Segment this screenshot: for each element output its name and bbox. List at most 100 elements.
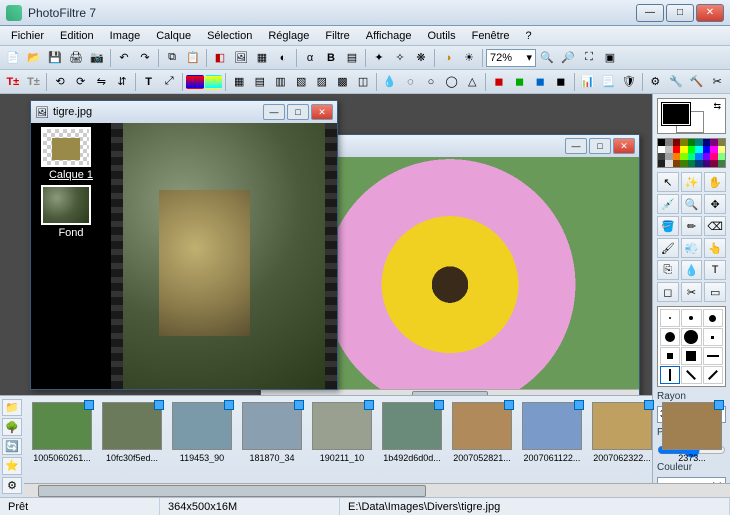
- thumbnail-item[interactable]: 181870_34: [240, 402, 304, 477]
- palette-swatch[interactable]: [658, 139, 665, 146]
- palette-swatch[interactable]: [718, 146, 725, 153]
- palette-swatch[interactable]: [673, 139, 680, 146]
- browser-tree-icon[interactable]: 🌳: [2, 418, 22, 435]
- circle-icon[interactable]: ◯: [442, 72, 462, 92]
- menu-reglage[interactable]: Réglage: [261, 28, 316, 44]
- tool-magnifier-icon[interactable]: 🔍: [681, 194, 703, 214]
- brush-dot-2[interactable]: [681, 309, 701, 327]
- palette-swatch[interactable]: [710, 153, 717, 160]
- triangle-icon[interactable]: △: [462, 72, 482, 92]
- palette-swatch[interactable]: [665, 146, 672, 153]
- thumbnail-item[interactable]: 2373...: [660, 402, 724, 477]
- drop2-icon[interactable]: ◌: [401, 72, 421, 92]
- new-icon[interactable]: 📄: [3, 48, 23, 68]
- image-icon[interactable]: 🖼: [231, 48, 251, 68]
- grid5-icon[interactable]: ▨: [312, 72, 332, 92]
- fx3-icon[interactable]: ❋: [411, 48, 431, 68]
- palette-swatch[interactable]: [665, 160, 672, 167]
- brush-dot-4[interactable]: [660, 328, 680, 346]
- grid2-icon[interactable]: ▤: [250, 72, 270, 92]
- menu-help[interactable]: ?: [519, 28, 539, 44]
- hist-icon[interactable]: 📊: [578, 72, 598, 92]
- palette-swatch[interactable]: [703, 139, 710, 146]
- tool-move-icon[interactable]: ✥: [704, 194, 726, 214]
- palette-swatch[interactable]: [680, 146, 687, 153]
- palette-swatch[interactable]: [688, 146, 695, 153]
- menu-fenetre[interactable]: Fenêtre: [465, 28, 517, 44]
- open-icon[interactable]: 📂: [24, 48, 44, 68]
- tool-brush-icon[interactable]: 🖌: [657, 238, 679, 258]
- gradient1-icon[interactable]: [186, 75, 204, 89]
- layer-item[interactable]: Calque 1: [41, 127, 101, 181]
- sub-close-button[interactable]: ✕: [613, 138, 635, 154]
- tool-clone-icon[interactable]: ⎘: [657, 260, 679, 280]
- scan-icon[interactable]: 📷: [87, 48, 107, 68]
- palette-swatch[interactable]: [665, 139, 672, 146]
- bright-icon[interactable]: ☀: [459, 48, 479, 68]
- palette-swatch[interactable]: [658, 153, 665, 160]
- palette-swatch[interactable]: [688, 153, 695, 160]
- tool-shape-icon[interactable]: ◻: [657, 282, 679, 302]
- shield-icon[interactable]: 🛡: [619, 72, 639, 92]
- menu-calque[interactable]: Calque: [149, 28, 198, 44]
- palette-swatch[interactable]: [703, 160, 710, 167]
- fx2-icon[interactable]: ✧: [390, 48, 410, 68]
- tool-pen-icon[interactable]: ✏: [681, 216, 703, 236]
- palette-swatch[interactable]: [710, 139, 717, 146]
- gradient2-icon[interactable]: [205, 75, 223, 89]
- adjust-icon[interactable]: ◑: [438, 48, 458, 68]
- text-bright-icon[interactable]: T±: [3, 72, 23, 92]
- sub-maximize-button[interactable]: □: [589, 138, 611, 154]
- undo-icon[interactable]: ↶: [114, 48, 134, 68]
- fx1-icon[interactable]: ✦: [369, 48, 389, 68]
- color-palette[interactable]: [657, 138, 726, 168]
- text-dim-icon[interactable]: T±: [24, 72, 44, 92]
- brush-line-1[interactable]: [703, 347, 723, 365]
- sub-close-button[interactable]: ✕: [311, 104, 333, 120]
- rotate-right-icon[interactable]: ⟳: [71, 72, 91, 92]
- zoom-in-icon[interactable]: 🔎: [558, 48, 578, 68]
- p1-icon[interactable]: ⚙: [646, 72, 666, 92]
- sq2-icon[interactable]: ◼: [510, 72, 530, 92]
- palette-swatch[interactable]: [695, 153, 702, 160]
- p3-icon[interactable]: 🔨: [687, 72, 707, 92]
- p4-icon[interactable]: ✂: [707, 72, 727, 92]
- close-button[interactable]: ✕: [696, 4, 724, 22]
- brush-diag-2[interactable]: [703, 366, 723, 384]
- foreground-color-swatch[interactable]: [662, 103, 690, 125]
- palette-swatch[interactable]: [688, 139, 695, 146]
- print-icon[interactable]: 🖨: [66, 48, 86, 68]
- italic-icon[interactable]: ▤: [342, 48, 362, 68]
- grid3-icon[interactable]: ▥: [271, 72, 291, 92]
- palette-swatch[interactable]: [680, 160, 687, 167]
- copy-icon[interactable]: ⧉: [162, 48, 182, 68]
- menu-image[interactable]: Image: [103, 28, 148, 44]
- thumbnail-item[interactable]: 10fc30f5ed...: [100, 402, 164, 477]
- sub-minimize-button[interactable]: —: [565, 138, 587, 154]
- sub-maximize-button[interactable]: □: [287, 104, 309, 120]
- canvas-tigre[interactable]: [111, 123, 337, 389]
- menu-affichage[interactable]: Affichage: [359, 28, 419, 44]
- layer-item[interactable]: Fond: [41, 185, 101, 239]
- tool-text-icon[interactable]: T: [704, 260, 726, 280]
- rotate-left-icon[interactable]: ⟲: [50, 72, 70, 92]
- palette-swatch[interactable]: [703, 153, 710, 160]
- menu-fichier[interactable]: Fichier: [4, 28, 51, 44]
- browser-settings-icon[interactable]: ⚙: [2, 477, 22, 494]
- palette-swatch[interactable]: [658, 146, 665, 153]
- grid7-icon[interactable]: ◫: [353, 72, 373, 92]
- subwindow-titlebar[interactable]: 🖼 tigre.jpg — □ ✕: [31, 101, 337, 123]
- palette-swatch[interactable]: [710, 160, 717, 167]
- flip-v-icon[interactable]: ⇵: [112, 72, 132, 92]
- mask-icon[interactable]: ◐: [273, 48, 293, 68]
- color-selector[interactable]: ⇆: [657, 98, 726, 134]
- tool-hand-icon[interactable]: ✋: [704, 172, 726, 192]
- resize-icon[interactable]: ⤢: [159, 72, 179, 92]
- drop3-icon[interactable]: ○: [421, 72, 441, 92]
- sq4-icon[interactable]: ◼: [551, 72, 571, 92]
- maximize-button[interactable]: □: [666, 4, 694, 22]
- thumbnail-item[interactable]: 1005060261...: [30, 402, 94, 477]
- palette-swatch[interactable]: [695, 160, 702, 167]
- rgb-icon[interactable]: ◧: [210, 48, 230, 68]
- brush-dot-1[interactable]: [660, 309, 680, 327]
